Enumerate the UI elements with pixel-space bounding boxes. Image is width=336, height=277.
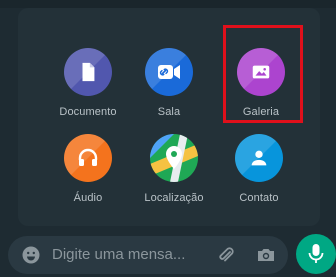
attach-document-button[interactable]: Documento [43, 48, 133, 118]
attach-document-label: Documento [59, 106, 117, 118]
mic-button[interactable] [296, 234, 336, 274]
video-link-icon [145, 48, 193, 96]
attach-contact-label: Contato [239, 192, 279, 204]
top-strip [0, 0, 336, 8]
camera-icon[interactable] [256, 245, 276, 265]
attach-room-label: Sala [157, 106, 181, 118]
attach-audio-label: Áudio [73, 192, 103, 204]
attach-location-label: Localização [144, 192, 204, 204]
document-icon [64, 48, 112, 96]
message-composer[interactable]: Digite uma mensa... [8, 236, 288, 274]
attachment-screen: Documento Sala Galeria Áudio Localização… [0, 0, 336, 277]
attach-location-button[interactable]: Localização [129, 134, 219, 204]
emoji-icon[interactable] [22, 246, 40, 264]
microphone-icon [308, 244, 324, 263]
contact-icon [235, 134, 283, 182]
attach-contact-button[interactable]: Contato [214, 134, 304, 204]
attach-room-button[interactable]: Sala [124, 48, 214, 118]
message-input[interactable]: Digite uma mensa... [52, 246, 185, 263]
location-pin-icon [150, 134, 198, 182]
attach-clip-icon[interactable] [216, 245, 236, 265]
headphones-icon [64, 134, 112, 182]
attach-audio-button[interactable]: Áudio [43, 134, 133, 204]
